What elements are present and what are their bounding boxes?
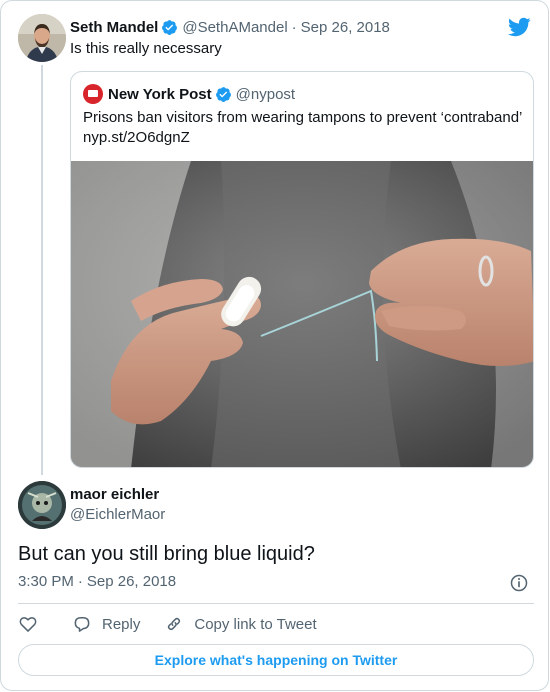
copy-link-label: Copy link to Tweet <box>194 615 317 633</box>
explore-button[interactable]: Explore what's happening on Twitter <box>18 644 534 676</box>
photo-hands-holding-tampon[interactable] <box>71 161 534 468</box>
quoted-header: New York Post @nypost <box>83 84 295 104</box>
heart-icon <box>19 617 37 632</box>
tweet-date[interactable]: Sep 26, 2018 <box>87 573 176 590</box>
parent-tweet-text: Is this really necessary <box>70 40 222 57</box>
nypost-logo <box>83 84 103 104</box>
tweet-timestamp[interactable]: 3:30 PM · Sep 26, 2018 <box>18 573 176 590</box>
info-icon[interactable] <box>509 573 529 593</box>
separator-dot: · <box>77 573 83 590</box>
reply-button[interactable]: Reply <box>72 614 140 634</box>
thread-line <box>41 65 43 475</box>
quoted-author-handle[interactable]: @nypost <box>236 86 295 103</box>
reply-label: Reply <box>102 615 141 633</box>
reply-bubble-icon <box>74 617 90 632</box>
quoted-tweet-text: Prisons ban visitors from wearing tampon… <box>83 109 522 146</box>
verified-badge-icon <box>215 86 231 102</box>
main-tweet-text: But can you still bring blue liquid? <box>18 543 315 565</box>
tweet-actions: Reply Copy link to Tweet <box>18 613 317 635</box>
copy-link-button[interactable]: Copy link to Tweet <box>164 614 317 634</box>
twitter-bird-icon[interactable] <box>507 15 531 39</box>
main-author-handle[interactable]: @EichlerMaor <box>70 506 165 523</box>
parent-author-name[interactable]: Seth Mandel <box>70 19 158 36</box>
main-avatar[interactable] <box>18 481 66 529</box>
quoted-author-name[interactable]: New York Post <box>108 86 212 103</box>
tweet-time[interactable]: 3:30 PM <box>18 573 74 590</box>
parent-date[interactable]: Sep 26, 2018 <box>301 19 390 36</box>
parent-avatar[interactable] <box>18 14 66 62</box>
like-button[interactable] <box>18 614 38 634</box>
parent-header: Seth Mandel @SethAMandel · Sep 26, 2018 <box>70 17 390 37</box>
parent-author-handle[interactable]: @SethAMandel <box>182 19 287 36</box>
quoted-tweet[interactable]: New York Post @nypost Prisons ban visito… <box>70 71 534 468</box>
divider <box>18 603 534 604</box>
tweet-card: Seth Mandel @SethAMandel · Sep 26, 2018 … <box>0 0 549 691</box>
main-author-name[interactable]: maor eichler <box>70 486 159 503</box>
link-icon <box>168 617 181 631</box>
verified-badge-icon <box>162 19 178 35</box>
separator-dot: · <box>291 18 297 36</box>
